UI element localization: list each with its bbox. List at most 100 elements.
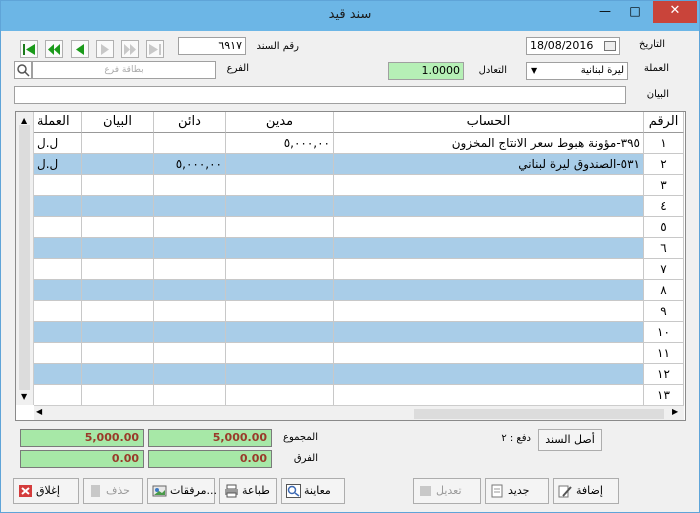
cell-note[interactable]: [82, 385, 154, 406]
date-picker[interactable]: 18/08/2016: [526, 37, 620, 55]
cell-account[interactable]: [334, 259, 644, 280]
cell-currency[interactable]: [34, 301, 82, 322]
col-header-credit[interactable]: دائن: [154, 112, 226, 133]
cell-account[interactable]: ٣٩٥-مؤونة هبوط سعر الانتاج المخزون: [334, 133, 644, 154]
cell-credit[interactable]: [154, 322, 226, 343]
table-row[interactable]: ٩: [34, 301, 684, 322]
cell-currency[interactable]: [34, 175, 82, 196]
cell-currency[interactable]: [34, 343, 82, 364]
table-row[interactable]: ١٠: [34, 322, 684, 343]
nav-prev-page-button[interactable]: [45, 40, 63, 58]
scroll-up-icon[interactable]: ▲: [21, 116, 27, 125]
cell-account[interactable]: [334, 301, 644, 322]
cell-account[interactable]: [334, 196, 644, 217]
table-row[interactable]: ١٢: [34, 364, 684, 385]
cell-note[interactable]: [82, 133, 154, 154]
cell-credit[interactable]: [154, 196, 226, 217]
cell-credit[interactable]: [154, 175, 226, 196]
new-button[interactable]: جديد: [485, 478, 549, 504]
cell-number[interactable]: ٨: [644, 280, 684, 301]
branch-field[interactable]: بطاقة فرع: [32, 61, 216, 79]
cell-credit[interactable]: [154, 133, 226, 154]
cell-number[interactable]: ٢: [644, 154, 684, 175]
delete-button[interactable]: حذف: [83, 478, 143, 504]
exchange-rate-field[interactable]: 1.0000: [388, 62, 464, 80]
cell-note[interactable]: [82, 196, 154, 217]
cell-currency[interactable]: [34, 322, 82, 343]
cell-credit[interactable]: [154, 259, 226, 280]
cell-debit[interactable]: ٥,٠٠٠,٠٠: [226, 133, 334, 154]
cell-debit[interactable]: [226, 196, 334, 217]
cell-note[interactable]: [82, 301, 154, 322]
cell-currency[interactable]: [34, 259, 82, 280]
cell-number[interactable]: ١: [644, 133, 684, 154]
nav-prev-button[interactable]: [71, 40, 89, 58]
preview-button[interactable]: معاينة: [281, 478, 345, 504]
calendar-icon[interactable]: [604, 41, 616, 51]
cell-number[interactable]: ٥: [644, 217, 684, 238]
original-voucher-button[interactable]: أصل السند: [538, 429, 602, 451]
scroll-right-icon[interactable]: ▶: [672, 407, 678, 416]
col-header-debit[interactable]: مدين: [226, 112, 334, 133]
close-icon[interactable]: ✕: [653, 1, 697, 23]
nav-next-page-button[interactable]: [121, 40, 139, 58]
cell-account[interactable]: [334, 238, 644, 259]
table-row[interactable]: ٦: [34, 238, 684, 259]
print-button[interactable]: طباعة: [219, 478, 277, 504]
cell-account[interactable]: [334, 217, 644, 238]
grid-vertical-scrollbar[interactable]: ▲ ▼: [16, 112, 34, 405]
col-header-currency[interactable]: العملة: [34, 112, 82, 133]
col-header-number[interactable]: الرقم: [644, 112, 684, 133]
cell-note[interactable]: [82, 238, 154, 259]
cell-currency[interactable]: [34, 364, 82, 385]
table-row[interactable]: ل.ل ٥,٠٠٠,٠٠ ٣٩٥-مؤونة هبوط سعر الانتاج ال…: [34, 133, 684, 154]
cell-currency[interactable]: ل.ل: [34, 133, 82, 154]
table-row[interactable]: ٨: [34, 280, 684, 301]
nav-next-button[interactable]: [96, 40, 114, 58]
cell-debit[interactable]: [226, 175, 334, 196]
cell-debit[interactable]: [226, 301, 334, 322]
cell-number[interactable]: ١٢: [644, 364, 684, 385]
col-header-account[interactable]: الحساب: [334, 112, 644, 133]
close-button[interactable]: إغلاق: [13, 478, 79, 504]
cell-number[interactable]: ١٠: [644, 322, 684, 343]
minimize-icon[interactable]: —: [591, 1, 619, 23]
grid-horizontal-scrollbar[interactable]: ◀ ▶: [34, 405, 684, 420]
cell-debit[interactable]: [226, 385, 334, 406]
cell-credit[interactable]: [154, 301, 226, 322]
branch-search-button[interactable]: [14, 61, 32, 79]
cell-credit[interactable]: [154, 343, 226, 364]
cell-credit[interactable]: ٥,٠٠٠,٠٠: [154, 154, 226, 175]
cell-currency[interactable]: [34, 217, 82, 238]
cell-account[interactable]: [334, 343, 644, 364]
cell-note[interactable]: [82, 364, 154, 385]
cell-note[interactable]: [82, 175, 154, 196]
cell-account[interactable]: [334, 175, 644, 196]
cell-number[interactable]: ٦: [644, 238, 684, 259]
cell-note[interactable]: [82, 217, 154, 238]
table-row[interactable]: ٣: [34, 175, 684, 196]
currency-select[interactable]: ليرة لبنانية ▼: [526, 62, 628, 80]
grid-horizontal-thumb[interactable]: [414, 409, 664, 419]
cell-account[interactable]: [334, 364, 644, 385]
scroll-left-icon[interactable]: ◀: [36, 407, 42, 416]
maximize-icon[interactable]: □: [621, 1, 649, 23]
table-row[interactable]: ١١: [34, 343, 684, 364]
cell-credit[interactable]: [154, 238, 226, 259]
cell-currency[interactable]: [34, 280, 82, 301]
cell-currency[interactable]: [34, 238, 82, 259]
cell-account[interactable]: [334, 322, 644, 343]
cell-debit[interactable]: [226, 364, 334, 385]
cell-number[interactable]: ٤: [644, 196, 684, 217]
cell-number[interactable]: ٣: [644, 175, 684, 196]
scroll-down-icon[interactable]: ▼: [21, 392, 27, 401]
cell-number[interactable]: ١٣: [644, 385, 684, 406]
cell-account[interactable]: [334, 385, 644, 406]
statement-field[interactable]: [14, 86, 626, 104]
cell-note[interactable]: [82, 154, 154, 175]
nav-first-button[interactable]: [20, 40, 38, 58]
edit-button[interactable]: تعديل: [413, 478, 481, 504]
cell-note[interactable]: [82, 322, 154, 343]
table-row[interactable]: ٧: [34, 259, 684, 280]
grid-vertical-thumb[interactable]: [19, 125, 30, 390]
